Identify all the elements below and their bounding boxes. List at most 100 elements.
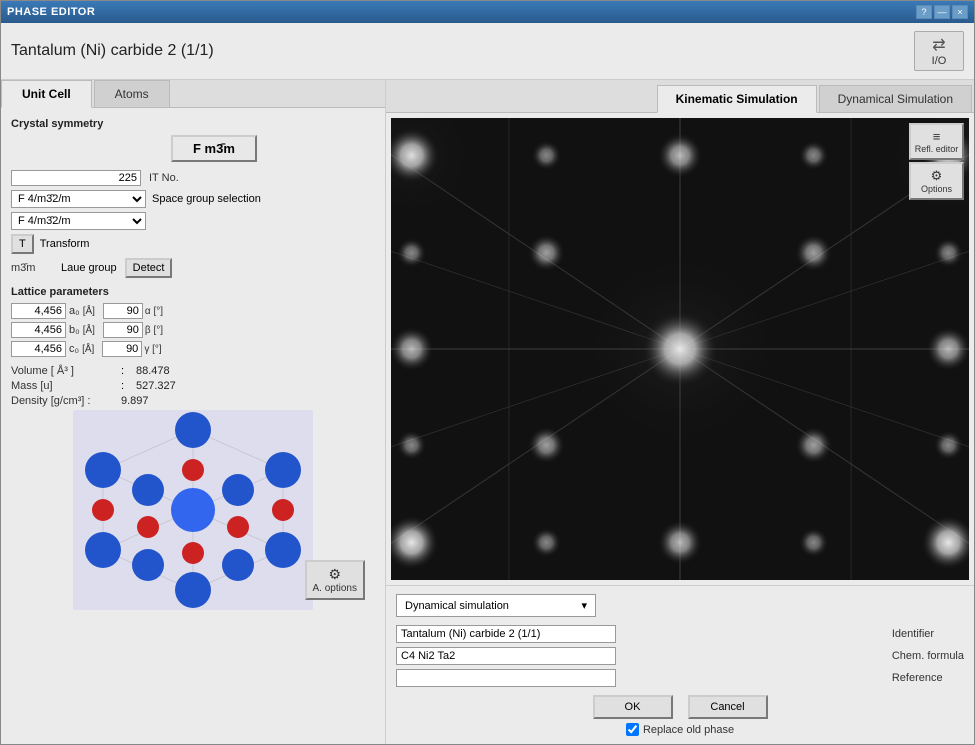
laue-group-label: Laue group [61,262,117,274]
reference-input[interactable] [396,669,616,687]
replace-label: Replace old phase [643,724,734,736]
lattice-c-unit: [Å] [82,344,94,355]
alpha-sym: α [°] [145,306,163,317]
transform-button[interactable]: T [11,234,34,254]
tab-atoms[interactable]: Atoms [94,80,170,107]
refl-editor-icon: ≡ [933,129,941,144]
lattice-row-a: a₀ [Å] α [°] [11,303,375,319]
lattice-a-sym: a₀ [69,305,80,317]
options-button[interactable]: ⚙ Options [909,162,964,200]
dyn-sim-label: Dynamical simulation [405,600,509,612]
lattice-c-input[interactable] [11,341,66,357]
help-button[interactable]: ? [916,5,932,19]
refl-editor-button[interactable]: ≡ Refl. editor [909,123,964,160]
window-header: Tantalum (Ni) carbide 2 (1/1) ⇄ I/O [1,23,974,80]
main-window: PHASE EDITOR ? — × Tantalum (Ni) carbide… [0,0,975,745]
identifier-input[interactable] [396,625,616,643]
it-no-label: IT No. [149,172,179,184]
chem-formula-label: Chem. formula [892,650,964,662]
chem-formula-input[interactable] [396,647,616,665]
left-panel: Unit Cell Atoms Crystal symmetry F m3̄m … [1,80,386,744]
cancel-button[interactable]: Cancel [688,695,768,719]
title-bar: PHASE EDITOR ? — × [1,1,974,23]
density-row: Density [g/cm³] : 9.897 [11,395,375,407]
transform-label: Transform [40,238,90,250]
options-icon: ⚙ [931,168,943,184]
gamma-sym: γ [°] [144,344,161,355]
window-title: Tantalum (Ni) carbide 2 (1/1) [11,42,214,60]
tab-kinematic[interactable]: Kinematic Simulation [657,85,817,113]
identifier-label: Identifier [892,628,964,640]
reference-label: Reference [892,672,964,684]
right-panel: Kinematic Simulation Dynamical Simulatio… [386,80,974,744]
mass-colon: : [121,380,136,392]
left-tab-content: Crystal symmetry F m3̄m IT No. F 4/m3̄2/… [1,108,385,744]
lattice-c-sym: c₀ [69,343,79,355]
volume-colon: : [121,365,136,377]
title-bar-controls: ? — × [916,5,968,19]
replace-checkbox[interactable] [626,723,639,736]
bottom-section: Dynamical simulation ▾ Identifier Chem. … [386,585,974,744]
diffraction-pattern-svg [391,118,969,580]
detect-button[interactable]: Detect [125,258,173,278]
ok-button[interactable]: OK [593,695,673,719]
dyn-sim-dropdown[interactable]: Dynamical simulation ▾ [396,594,596,617]
title-bar-text: PHASE EDITOR [7,6,95,18]
lattice-b-input[interactable] [11,322,66,338]
crystal-symmetry-label: Crystal symmetry [11,118,375,130]
main-content: Unit Cell Atoms Crystal symmetry F m3̄m … [1,80,974,744]
stats-section: Volume [ Å³ ] : 88.478 Mass [u] : 527.32… [11,365,375,407]
right-sidebar: ≡ Refl. editor ⚙ Options [904,118,969,580]
density-value: 9.897 [121,395,149,407]
space-group-button[interactable]: F m3̄m [171,135,257,162]
density-label: Density [g/cm³] : [11,395,121,407]
lattice-b-sym: b₀ [69,324,80,336]
replace-checkbox-row: Replace old phase [626,723,734,736]
simulation-area: ≡ Refl. editor ⚙ Options Dynami [386,113,974,744]
lattice-a-input[interactable] [11,303,66,319]
space-group-select2-row: F 4/m3̄2/m [11,212,375,230]
volume-row: Volume [ Å³ ] : 88.478 [11,365,375,377]
space-group-select[interactable]: F 4/m3̄2/m [11,190,146,208]
beta-sym: β [°] [145,325,163,336]
tab-dynamical[interactable]: Dynamical Simulation [819,85,972,112]
it-no-input[interactable] [11,170,141,186]
lattice-section: Lattice parameters a₀ [Å] α [°] b₀ [Å] [11,286,375,357]
laue-group-row: m3̄m Laue group Detect [11,258,375,278]
alpha-input[interactable] [103,303,143,319]
io-button[interactable]: ⇄ I/O [914,31,964,71]
crystal-view: ⚙ A. options [11,410,375,610]
crystal-structure-svg [73,410,313,610]
dyn-sim-chevron: ▾ [581,599,587,612]
a-options-label: A. options [313,583,357,594]
lattice-b-unit: [Å] [83,325,95,336]
beta-input[interactable] [103,322,143,338]
checkbox-row: Replace old phase [396,723,964,736]
a-options-icon: ⚙ [328,566,341,583]
diffraction-image: ≡ Refl. editor ⚙ Options [391,118,969,580]
io-label: I/O [932,55,947,67]
refl-editor-label: Refl. editor [915,144,959,154]
lattice-a-unit: [Å] [83,306,95,317]
volume-value: 88.478 [136,365,170,377]
a-options-button[interactable]: ⚙ A. options [305,560,365,600]
close-button[interactable]: × [952,5,968,19]
bottom-buttons: OK Cancel [396,695,964,719]
tab-unit-cell[interactable]: Unit Cell [1,80,92,108]
space-group-select2[interactable]: F 4/m3̄2/m [11,212,146,230]
space-group-selection-row: F 4/m3̄2/m Space group selection [11,190,375,208]
right-tabs: Kinematic Simulation Dynamical Simulatio… [386,80,974,113]
it-no-row: IT No. [11,170,375,186]
minimize-button[interactable]: — [934,5,950,19]
transform-row: T Transform [11,234,375,254]
crystal-symmetry-section: Crystal symmetry F m3̄m IT No. F 4/m3̄2/… [11,118,375,278]
lattice-label: Lattice parameters [11,286,375,298]
space-group-selection-label: Space group selection [152,193,261,205]
mass-row: Mass [u] : 527.327 [11,380,375,392]
io-icon: ⇄ [932,35,945,55]
laue-value: m3̄m [11,262,61,274]
options-label: Options [921,184,952,194]
lattice-row-b: b₀ [Å] β [°] [11,322,375,338]
gamma-input[interactable] [102,341,142,357]
mass-value: 527.327 [136,380,176,392]
